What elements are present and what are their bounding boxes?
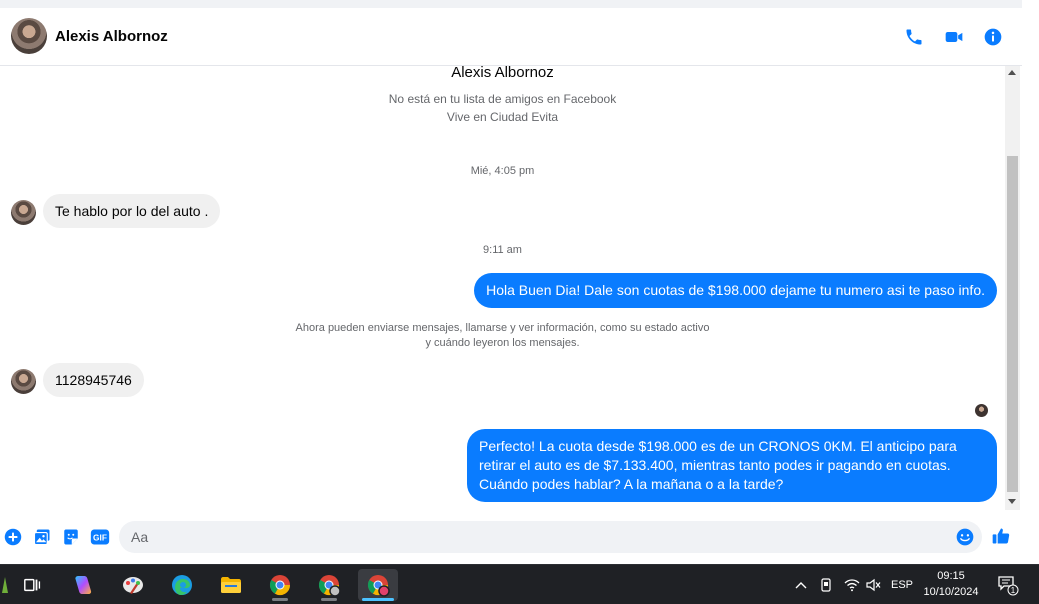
emoji-icon[interactable] <box>955 527 975 547</box>
chat-header: Alexis Albornoz <box>0 8 1022 66</box>
phone-icon[interactable] <box>901 24 927 50</box>
wifi-icon[interactable] <box>842 565 862 604</box>
message-input[interactable] <box>131 521 951 553</box>
app-active-indicator <box>362 598 394 601</box>
app-running-indicator <box>272 598 288 601</box>
scrollbar-thumb[interactable] <box>1007 156 1018 492</box>
message-composer: GIF <box>0 510 1022 564</box>
contact-avatar[interactable] <box>11 18 47 54</box>
info-icon[interactable] <box>980 24 1006 50</box>
gif-icon[interactable]: GIF <box>90 527 110 547</box>
notification-count: 1 <box>1011 586 1016 595</box>
profile-location: Vive en Ciudad Evita <box>446 110 559 124</box>
seen-indicator-avatar <box>975 404 988 417</box>
privacy-notice-line: y cuándo leyeron los mensajes. <box>425 337 580 349</box>
timestamp: 9:11 am <box>483 244 522 256</box>
clock-time: 09:15 <box>937 570 965 582</box>
message-list[interactable]: Alexis Albornoz No está en tu lista de a… <box>0 66 1005 510</box>
system-clock[interactable]: 09:15 10/10/2024 <box>918 568 984 600</box>
window-right-edge <box>1022 0 1039 564</box>
incoming-message[interactable]: 1128945746 <box>43 363 144 397</box>
plus-icon[interactable] <box>3 527 23 547</box>
windows-taskbar: ESP 09:15 10/10/2024 1 <box>0 564 1039 604</box>
contact-name[interactable]: Alexis Albornoz <box>55 28 168 45</box>
edge-icon[interactable] <box>162 569 202 601</box>
taskbar-edge-widget[interactable] <box>0 565 10 604</box>
chat-scrollbar[interactable] <box>1005 66 1020 510</box>
message-input-container <box>119 521 982 553</box>
profile-name: Alexis Albornoz <box>451 66 554 81</box>
chrome-profile-icon[interactable] <box>309 569 349 601</box>
sender-avatar[interactable] <box>11 200 36 225</box>
paint-icon[interactable] <box>113 569 153 601</box>
timestamp: Mié, 4:05 pm <box>470 165 535 177</box>
show-hidden-icons-chevron-icon[interactable] <box>792 565 810 604</box>
privacy-notice: Ahora pueden enviarse mensajes, llamarse… <box>0 321 1005 351</box>
outgoing-message[interactable]: Perfecto! La cuota desde $198.000 es de … <box>467 429 997 502</box>
notification-center-icon[interactable]: 1 <box>994 565 1022 604</box>
outgoing-message[interactable]: Hola Buen Dia! Dale son cuotas de $198.0… <box>474 273 997 308</box>
chrome-active-icon[interactable] <box>358 569 398 601</box>
incoming-message[interactable]: Te hablo por lo del auto . <box>43 194 221 228</box>
sender-avatar[interactable] <box>11 369 36 394</box>
sticker-icon[interactable] <box>61 527 81 547</box>
video-camera-icon[interactable] <box>941 24 967 50</box>
device-icon[interactable] <box>817 565 835 604</box>
gif-label: GIF <box>93 532 107 542</box>
window-top-edge <box>0 0 1022 8</box>
volume-muted-icon[interactable] <box>864 565 884 604</box>
language-indicator[interactable]: ESP <box>888 565 916 604</box>
app-running-indicator <box>321 598 337 601</box>
file-explorer-icon[interactable] <box>211 569 251 601</box>
privacy-notice-line: Ahora pueden enviarse mensajes, llamarse… <box>295 322 710 334</box>
clock-date: 10/10/2024 <box>923 586 979 598</box>
scroll-up-arrow-icon[interactable] <box>1008 70 1016 75</box>
chrome-icon[interactable] <box>260 569 300 601</box>
task-view-icon[interactable] <box>12 569 52 601</box>
thumbs-up-icon[interactable] <box>991 526 1011 546</box>
profile-friend-status: No está en tu lista de amigos en Faceboo… <box>388 92 617 106</box>
photo-icon[interactable] <box>32 527 52 547</box>
scroll-down-arrow-icon[interactable] <box>1008 499 1016 504</box>
copilot-icon[interactable] <box>63 569 103 601</box>
